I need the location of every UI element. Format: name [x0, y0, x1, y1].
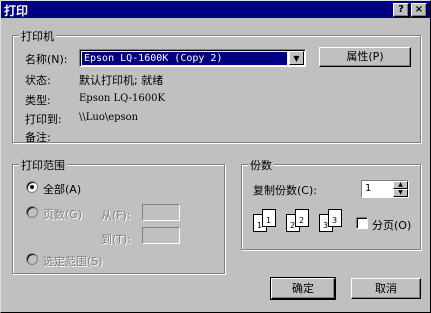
- page-icon: 2: [295, 209, 309, 227]
- type-value: Epson LQ-1600K: [79, 93, 165, 104]
- range-pages-radio[interactable]: [26, 206, 38, 218]
- range-selection-label[interactable]: 选定范围(S): [43, 253, 103, 269]
- collate-checkbox[interactable]: [356, 217, 368, 229]
- where-label: 打印到:: [25, 113, 62, 126]
- range-to-label: 到(T):: [101, 233, 132, 246]
- status-value: 默认打印机; 就绪: [79, 74, 164, 87]
- range-from-label: 从(F):: [101, 209, 131, 222]
- printer-group-label: 打印机: [19, 28, 56, 44]
- where-value: \\Luo\epson: [79, 112, 139, 123]
- range-pages-label[interactable]: 页数(G): [43, 206, 82, 222]
- copies-count-value[interactable]: 1: [365, 183, 371, 194]
- copies-group: 份数: [241, 157, 421, 250]
- printer-name-select[interactable]: Epson LQ-1600K (Copy 2) ▼: [79, 49, 306, 67]
- range-from-input[interactable]: [142, 204, 180, 221]
- print-dialog: 打印 ? × 打印机 名称(N): Epson LQ-1600K (Copy 2…: [0, 0, 431, 313]
- collate-label[interactable]: 分页(O): [372, 217, 411, 233]
- name-label: 名称(N):: [25, 53, 68, 66]
- range-to-input[interactable]: [142, 227, 180, 244]
- cancel-button[interactable]: 取消: [351, 278, 421, 299]
- copies-spinner[interactable]: 1 ▲ ▼: [361, 180, 409, 198]
- help-button[interactable]: ?: [393, 3, 409, 17]
- copies-group-label: 份数: [248, 157, 274, 173]
- type-label: 类型:: [25, 94, 51, 107]
- comment-label: 备注:: [25, 131, 51, 144]
- close-button[interactable]: ×: [411, 3, 427, 17]
- window-title: 打印: [4, 4, 29, 18]
- printer-name-value: Epson LQ-1600K (Copy 2): [81, 51, 288, 66]
- properties-button[interactable]: 属性(P): [319, 47, 411, 67]
- spin-down-icon[interactable]: ▼: [393, 189, 408, 197]
- page-icon: 3: [328, 209, 342, 227]
- range-all-label[interactable]: 全部(A): [43, 181, 81, 197]
- title-bar[interactable]: 打印 ? ×: [1, 1, 430, 18]
- range-selection-radio[interactable]: [26, 253, 38, 265]
- status-label: 状态:: [25, 74, 51, 87]
- copies-count-label: 复制份数(C):: [253, 184, 317, 197]
- dropdown-arrow-icon[interactable]: ▼: [289, 51, 304, 65]
- ok-button[interactable]: 确定: [270, 277, 336, 300]
- spin-up-icon[interactable]: ▲: [393, 181, 408, 189]
- print-range-group-label: 打印范围: [19, 157, 67, 173]
- range-all-radio[interactable]: [26, 181, 38, 193]
- page-icon: 1: [262, 209, 276, 227]
